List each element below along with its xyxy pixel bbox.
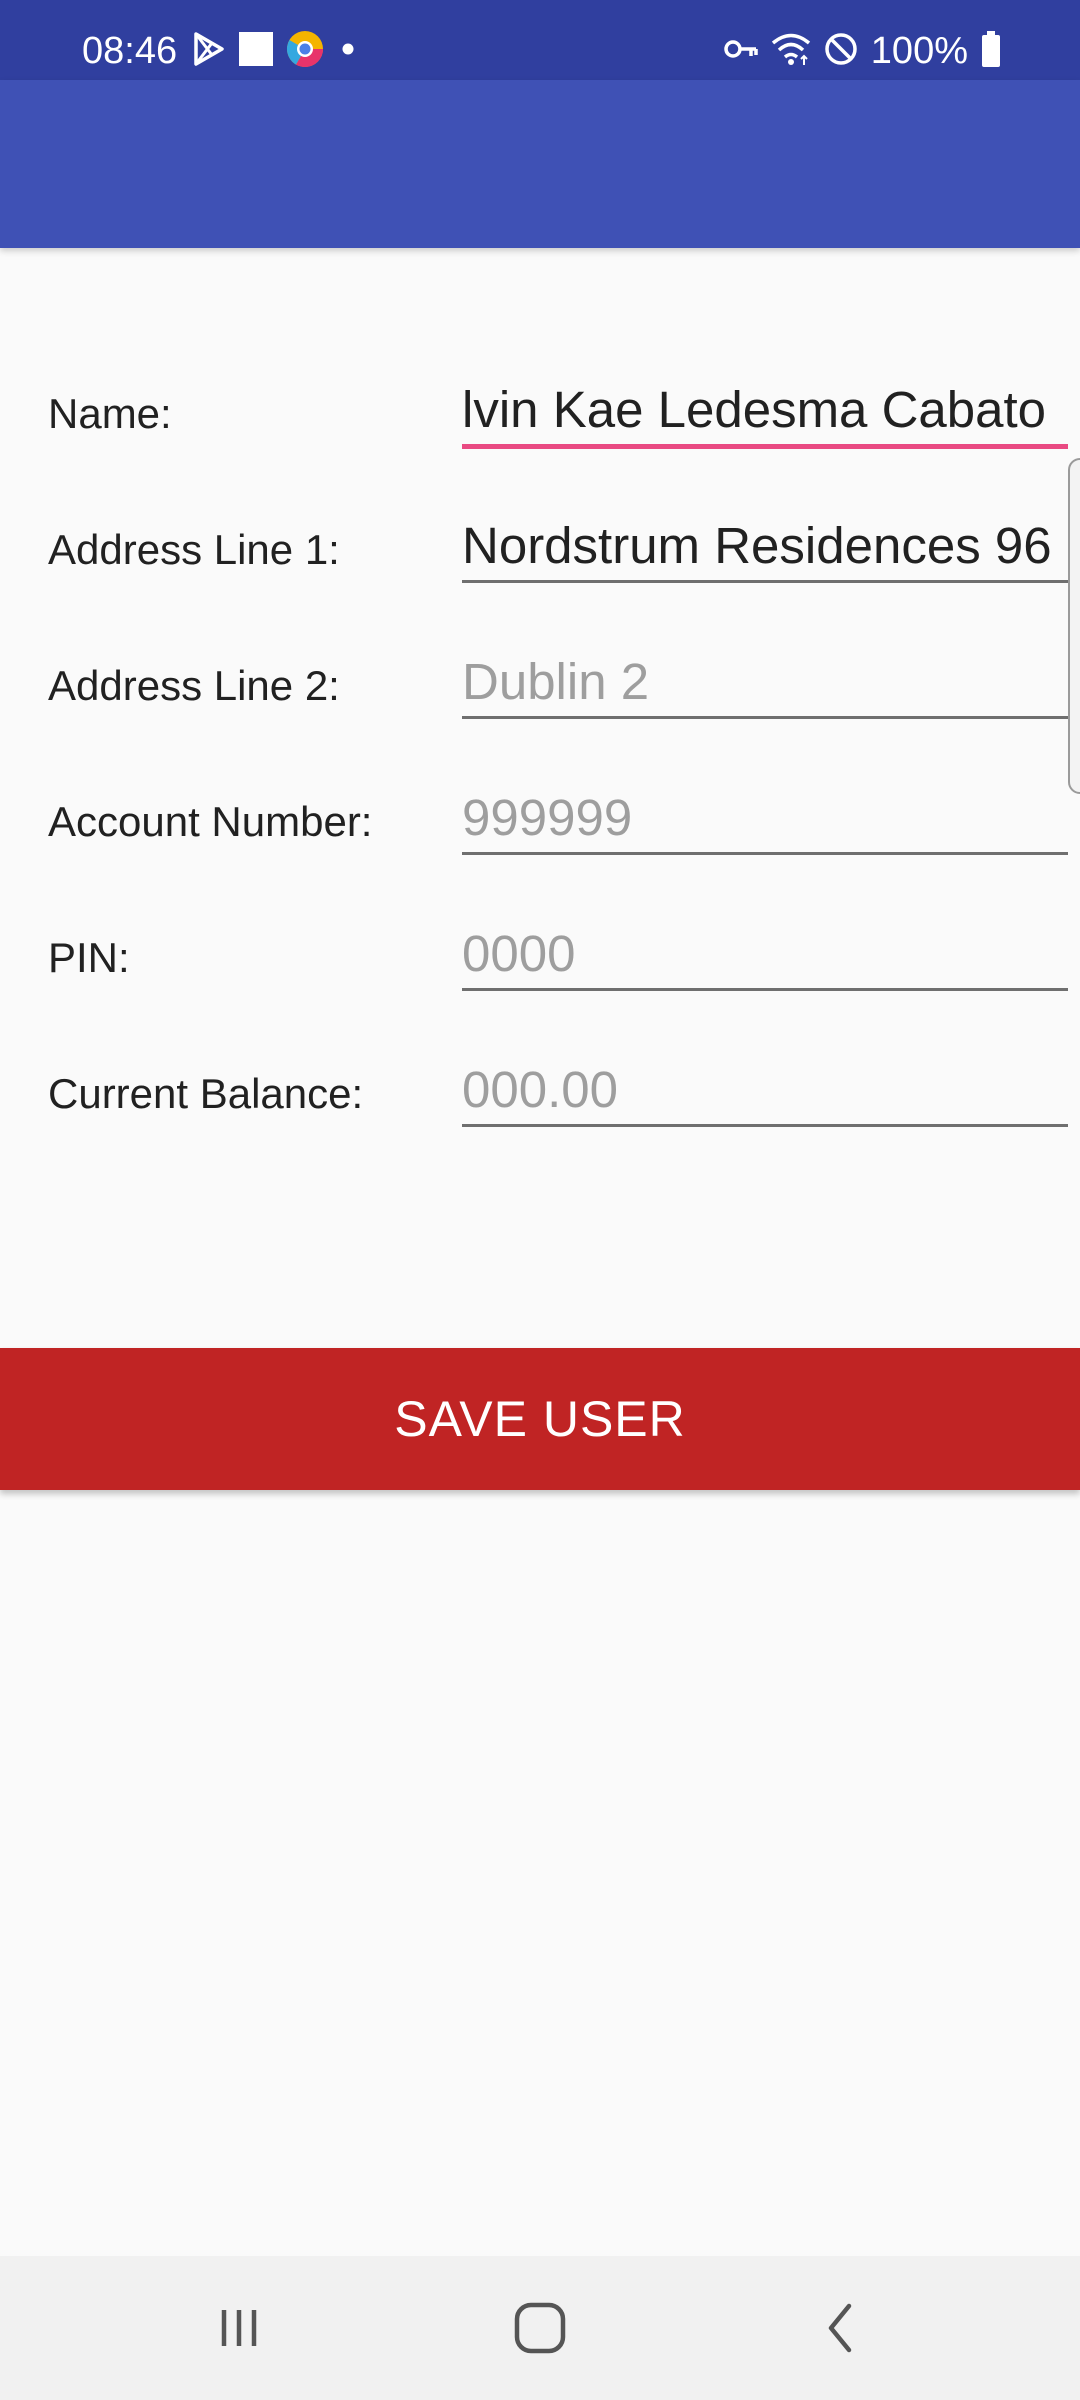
pin-label: PIN:	[48, 934, 130, 981]
battery-icon	[980, 30, 1002, 73]
edge-panel-handle[interactable]	[1068, 458, 1080, 794]
account-number-field[interactable]	[462, 782, 1068, 855]
dnd-icon	[823, 31, 859, 72]
status-system-icons: 100%	[723, 26, 1002, 76]
name-field[interactable]	[462, 374, 1068, 449]
status-notification-icons	[192, 26, 360, 76]
address-line-2-label: Address Line 2:	[48, 662, 340, 709]
account-number-label: Account Number:	[48, 798, 373, 845]
status-bar: 08:46 100%	[0, 0, 1080, 80]
pin-field[interactable]	[462, 918, 1068, 991]
play-store-icon	[192, 31, 226, 72]
battery-percentage: 100%	[870, 30, 968, 72]
app-bar	[0, 80, 1080, 248]
address-line-1-field[interactable]	[462, 510, 1068, 583]
save-user-button[interactable]: SAVE USER	[0, 1348, 1080, 1490]
chrome-icon	[286, 30, 324, 73]
navigation-bar	[0, 2256, 1080, 2400]
name-label: Name:	[48, 390, 172, 437]
key-icon	[723, 31, 759, 72]
home-icon[interactable]	[495, 2292, 585, 2364]
wifi-icon	[771, 31, 811, 72]
recent-apps-icon[interactable]	[194, 2292, 284, 2364]
address-line-1-label: Address Line 1:	[48, 526, 340, 573]
current-balance-field[interactable]	[462, 1054, 1068, 1127]
current-balance-label: Current Balance:	[48, 1070, 364, 1117]
square-icon	[238, 31, 274, 72]
address-line-2-field[interactable]	[462, 646, 1068, 719]
status-time: 08:46	[82, 30, 178, 72]
dot-icon	[336, 31, 360, 72]
back-icon[interactable]	[796, 2292, 886, 2364]
